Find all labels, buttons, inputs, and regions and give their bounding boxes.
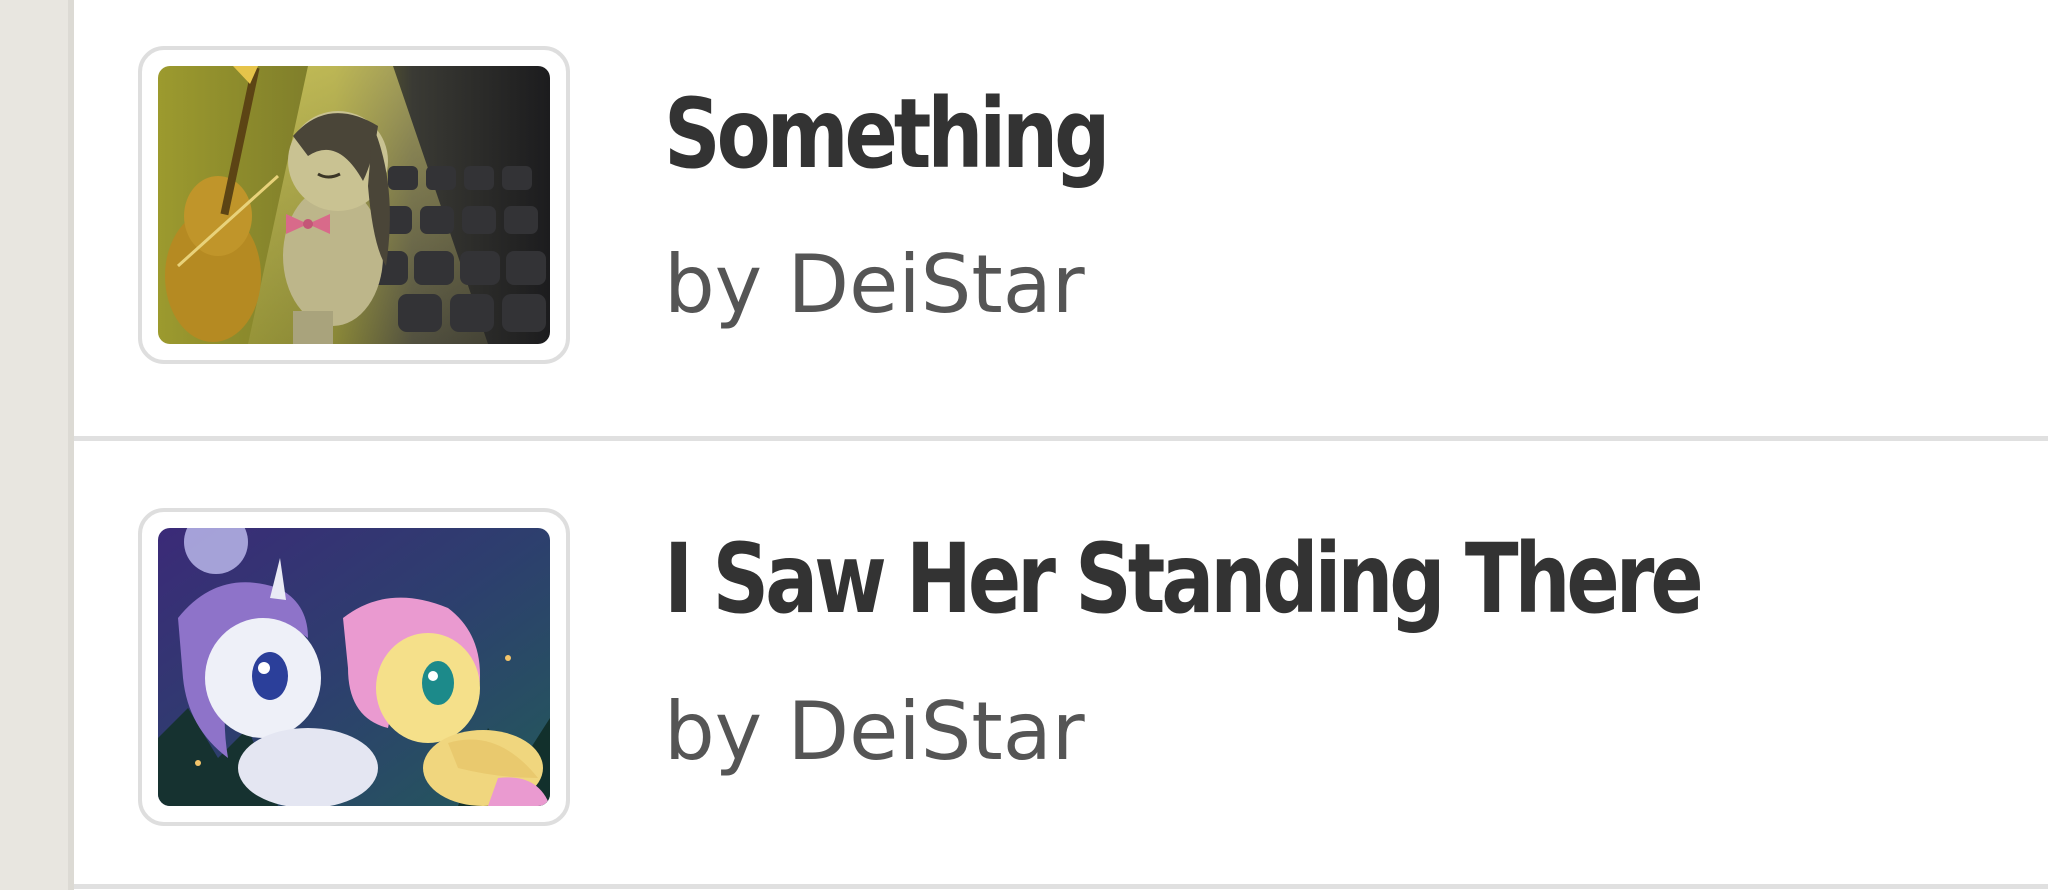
story-thumbnail-frame[interactable] [138,508,570,826]
story-thumbnail-frame[interactable] [138,46,570,364]
story-item[interactable]: I Saw Her Standing There by DeiStar [74,441,2048,884]
row-divider [74,884,2048,889]
story-title[interactable]: I Saw Her Standing There [664,523,1704,635]
cello-pony-spotlight-image [158,66,550,344]
left-gutter [0,0,68,890]
story-author[interactable]: by DeiStar [664,238,1085,331]
story-author[interactable]: by DeiStar [664,685,1085,778]
rarity-fluttershy-night-image [158,528,550,806]
story-list-page: Something by DeiStar I Saw Her Standing … [0,0,2048,890]
story-thumbnail [158,528,550,806]
story-list: Something by DeiStar I Saw Her Standing … [74,0,2048,890]
story-item[interactable]: Something by DeiStar [74,0,2048,436]
story-title[interactable]: Something [664,78,1110,190]
story-thumbnail [158,66,550,344]
